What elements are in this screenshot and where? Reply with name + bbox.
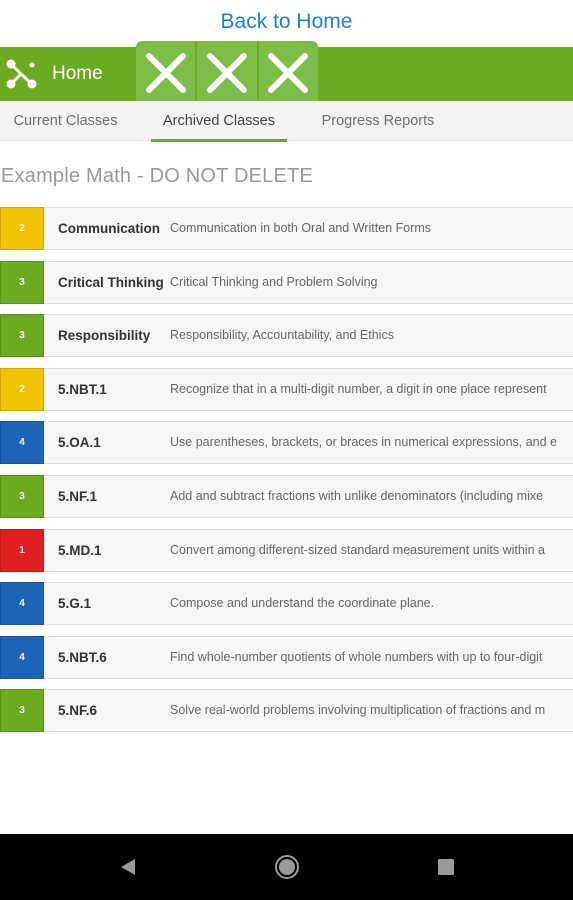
- close-button-1[interactable]: [136, 41, 198, 105]
- tab-progress-reports[interactable]: Progress Reports: [306, 101, 450, 141]
- score-badge: 4: [0, 635, 44, 679]
- standard-description: Use parentheses, brackets, or braces in …: [170, 435, 557, 450]
- standard-code: 5.G.1: [58, 596, 92, 612]
- close-button-3[interactable]: [259, 41, 318, 105]
- standard-code: Responsibility: [58, 328, 151, 344]
- score-badge: 4: [0, 582, 44, 626]
- back-to-home-link[interactable]: Back to Home: [0, 8, 573, 36]
- standard-row[interactable]: 4 5.NBT.6 Find whole-number quotients of w…: [0, 635, 573, 679]
- score-badge: 3: [0, 689, 44, 733]
- score-badge: 3: [0, 260, 44, 304]
- standard-code: 5.NF.6: [58, 703, 98, 719]
- score-badge: 1: [0, 528, 44, 572]
- close-icon: [268, 53, 309, 93]
- recents-square-icon[interactable]: [430, 851, 462, 883]
- standard-description: Recognize that in a multi-digit number, …: [170, 381, 547, 396]
- tab-current-classes[interactable]: Current Classes: [0, 101, 131, 141]
- standard-description: Solve real-world problems involving mult…: [170, 703, 546, 718]
- standard-row[interactable]: 4 5.G.1 Compose and understand the coordin…: [0, 582, 573, 626]
- close-button-group: [136, 41, 318, 105]
- standard-row[interactable]: 4 5.OA.1 Use parentheses, brackets, or bra…: [0, 421, 573, 465]
- standard-row[interactable]: 3 Critical Thinking Critical Thinking and …: [0, 260, 573, 304]
- standard-description: Responsibility, Accountability, and Ethi…: [170, 328, 394, 343]
- home-circle-icon[interactable]: [271, 851, 303, 883]
- score-badge: 4: [0, 421, 44, 465]
- standard-description: Critical Thinking and Problem Solving: [170, 274, 378, 289]
- standard-code: 5.OA.1: [58, 435, 101, 451]
- standard-description: Compose and understand the coordinate pl…: [170, 596, 435, 611]
- standard-code: 5.MD.1: [58, 542, 102, 558]
- android-nav-bar: [0, 834, 573, 900]
- standard-row[interactable]: 3 5.NF.1 Add and subtract fractions with u…: [0, 474, 573, 518]
- standard-code: 5.NBT.1: [58, 381, 107, 397]
- tab-archived-classes[interactable]: Archived Classes: [151, 101, 287, 142]
- score-badge: 2: [0, 367, 44, 411]
- class-title: Example Math - DO NOT DELETE: [1, 165, 313, 187]
- standard-row[interactable]: 1 5.MD.1 Convert among different-sized sta…: [0, 528, 573, 572]
- score-badge: 2: [0, 207, 44, 250]
- header-title[interactable]: Home: [52, 61, 103, 87]
- close-button-2[interactable]: [197, 41, 259, 105]
- score-badge: 3: [0, 314, 44, 358]
- standard-description: Communication in both Oral and Written F…: [170, 221, 431, 235]
- standards-list: 2 Communication Communication in both Oral…: [0, 207, 573, 743]
- close-icon: [206, 53, 247, 93]
- standard-row[interactable]: 3 5.NF.6 Solve real-world problems involvi…: [0, 689, 573, 733]
- back-triangle-icon[interactable]: [112, 851, 144, 883]
- standard-code: Critical Thinking: [58, 274, 164, 290]
- standard-description: Add and subtract fractions with unlike d…: [170, 488, 544, 503]
- standard-row[interactable]: 2 5.NBT.1 Recognize that in a multi-digit …: [0, 367, 573, 411]
- close-icon: [145, 53, 186, 93]
- standard-code: 5.NBT.6: [58, 649, 107, 665]
- network-share-icon[interactable]: [4, 57, 38, 91]
- standard-row[interactable]: 3 Responsibility Responsibility, Accountab…: [0, 314, 573, 358]
- tab-bar: Current Classes Archived Classes Progres…: [0, 101, 573, 142]
- standard-description: Find whole-number quotients of whole num…: [170, 649, 543, 664]
- standard-code: Communication: [58, 221, 161, 236]
- standard-description: Convert among different-sized standard m…: [170, 542, 545, 557]
- score-badge: 3: [0, 474, 44, 518]
- standard-row[interactable]: 2 Communication Communication in both Oral…: [0, 207, 573, 250]
- standard-code: 5.NF.1: [58, 488, 98, 504]
